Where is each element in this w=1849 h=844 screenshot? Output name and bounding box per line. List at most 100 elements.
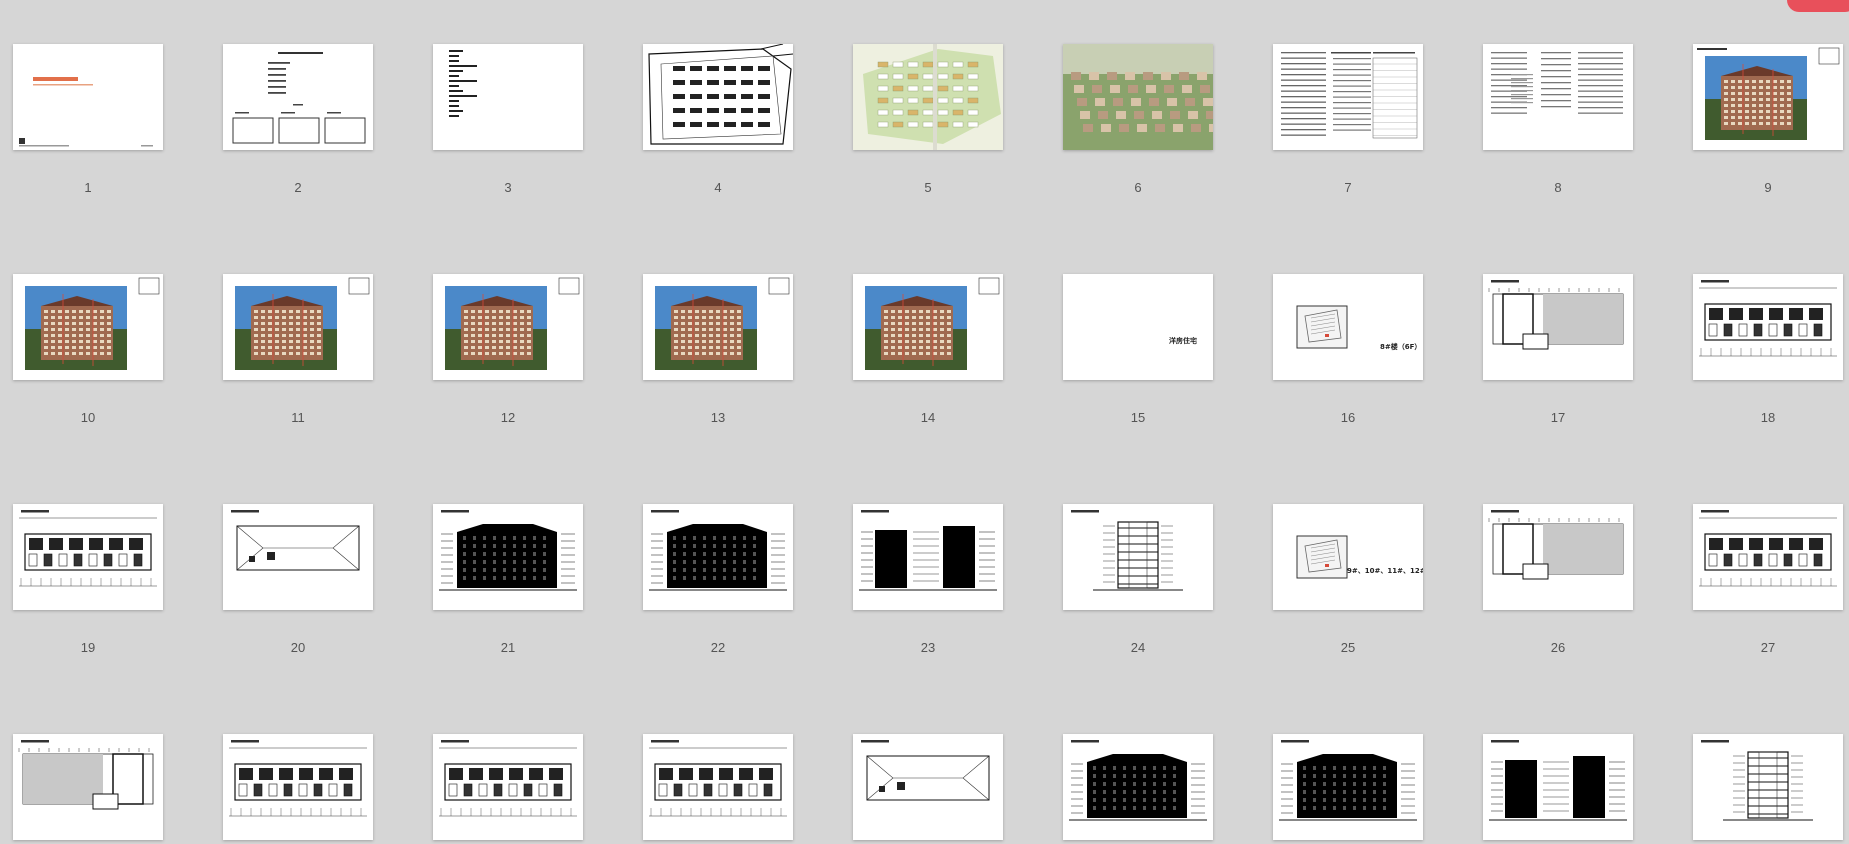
page-preview-image <box>18 740 154 810</box>
page-number: 1 <box>84 180 92 195</box>
page-preview <box>433 734 583 840</box>
page-preview-image <box>1488 510 1624 580</box>
page-preview-image <box>859 510 997 591</box>
page-thumbnail[interactable] <box>433 734 583 844</box>
page-number: 21 <box>500 640 516 655</box>
page-preview-image <box>1281 52 1418 139</box>
page-thumbnail[interactable]: 13 <box>643 274 793 425</box>
page-thumbnail[interactable]: 14 <box>853 274 1003 425</box>
page-preview-image <box>232 52 366 144</box>
page-thumbnail[interactable]: 22 <box>643 504 793 655</box>
page-preview-image <box>1296 535 1348 579</box>
page-preview-image <box>235 277 370 370</box>
page-preview-title: 8#楼（6F） <box>1380 343 1422 351</box>
page-number: 27 <box>1760 640 1776 655</box>
page-thumbnail[interactable]: 7 <box>1273 44 1423 195</box>
page-number: 22 <box>710 640 726 655</box>
page-preview-image <box>649 740 787 817</box>
page-thumbnail[interactable] <box>853 734 1003 844</box>
page-number: 19 <box>80 640 96 655</box>
page-thumbnail[interactable]: 21 <box>433 504 583 655</box>
page-preview-image <box>861 740 990 801</box>
page-preview-image <box>649 510 787 591</box>
page-preview <box>1693 44 1843 150</box>
page-thumbnail[interactable]: 1 <box>13 44 163 195</box>
page-thumbnail[interactable]: 10 <box>13 274 163 425</box>
page-preview-image <box>19 510 157 587</box>
page-thumbnail[interactable]: 19 <box>13 504 163 655</box>
notification-badge[interactable] <box>1787 0 1849 12</box>
page-thumbnail[interactable]: 2 <box>223 44 373 195</box>
page-preview-title: 9#、10#、11#、12#楼（6F） <box>1347 567 1423 575</box>
page-number: 25 <box>1340 640 1356 655</box>
page-thumbnail[interactable] <box>1273 734 1423 844</box>
page-preview <box>13 504 163 610</box>
page-preview <box>1693 734 1843 840</box>
page-number: 26 <box>1550 640 1566 655</box>
page-preview-image <box>231 510 360 571</box>
page-thumbnail[interactable]: 9#、10#、11#、12#楼（6F） 25 <box>1273 504 1423 655</box>
page-thumbnail[interactable]: 27 <box>1693 504 1843 655</box>
page-preview <box>1273 44 1423 150</box>
page-thumbnail[interactable]: 24 <box>1063 504 1213 655</box>
page-preview-image <box>1491 52 1623 114</box>
page-thumbnail[interactable]: 洋房住宅 15 <box>1063 274 1213 425</box>
page-preview <box>1483 504 1633 610</box>
thumbnail-grid: 1 2 3 4 5 6 7 8 9 10 11 12 13 14 洋房住宅 15 8#楼（6F） 16 17 18 19… <box>0 0 1849 844</box>
page-thumbnail[interactable]: 18 <box>1693 274 1843 425</box>
page-number: 2 <box>294 180 302 195</box>
page-preview <box>13 44 163 150</box>
page-number: 12 <box>500 410 516 425</box>
page-preview-image <box>1279 740 1417 821</box>
page-thumbnail[interactable] <box>643 734 793 844</box>
page-preview <box>853 44 1003 150</box>
page-thumbnail[interactable]: 8 <box>1483 44 1633 195</box>
page-thumbnail[interactable] <box>223 734 373 844</box>
page-preview-image <box>1296 305 1348 349</box>
page-preview <box>223 44 373 150</box>
page-preview-image <box>1699 510 1837 587</box>
page-number: 9 <box>1764 180 1772 195</box>
page-preview <box>1063 734 1213 840</box>
page-number: 4 <box>714 180 722 195</box>
page-preview-image <box>648 44 793 145</box>
page-preview <box>643 504 793 610</box>
page-thumbnail[interactable] <box>1693 734 1843 844</box>
page-number: 17 <box>1550 410 1566 425</box>
page-preview-image <box>439 510 577 591</box>
page-thumbnail[interactable]: 8#楼（6F） 16 <box>1273 274 1423 425</box>
page-preview <box>643 734 793 840</box>
page-preview-title: 洋房住宅 <box>1169 337 1197 345</box>
page-thumbnail[interactable]: 20 <box>223 504 373 655</box>
page-preview-image <box>1071 510 1183 591</box>
page-preview-image <box>1697 47 1840 140</box>
page-preview-image <box>1063 274 1213 380</box>
page-thumbnail[interactable]: 6 <box>1063 44 1213 195</box>
page-thumbnail[interactable]: 26 <box>1483 504 1633 655</box>
page-preview-image <box>865 277 1000 370</box>
page-thumbnail[interactable]: 17 <box>1483 274 1633 425</box>
page-thumbnail[interactable]: 5 <box>853 44 1003 195</box>
page-thumbnail[interactable] <box>13 734 163 844</box>
page-thumbnail[interactable]: 4 <box>643 44 793 195</box>
page-thumbnail[interactable] <box>1063 734 1213 844</box>
page-thumbnail[interactable]: 9 <box>1693 44 1843 195</box>
page-preview <box>1693 274 1843 380</box>
page-number: 5 <box>924 180 932 195</box>
page-preview <box>13 274 163 380</box>
page-preview <box>223 504 373 610</box>
page-thumbnail[interactable]: 12 <box>433 274 583 425</box>
page-preview: 洋房住宅 <box>1063 274 1213 380</box>
page-preview-image <box>19 77 153 147</box>
page-preview <box>433 504 583 610</box>
page-thumbnail[interactable] <box>1483 734 1633 844</box>
page-number: 18 <box>1760 410 1776 425</box>
page-thumbnail[interactable]: 11 <box>223 274 373 425</box>
page-preview: 9#、10#、11#、12#楼（6F） <box>1273 504 1423 610</box>
page-thumbnail[interactable]: 3 <box>433 44 583 195</box>
page-thumbnail[interactable]: 23 <box>853 504 1003 655</box>
page-number: 7 <box>1344 180 1352 195</box>
page-preview-image <box>655 277 790 370</box>
page-preview-image <box>445 277 580 370</box>
page-preview <box>853 274 1003 380</box>
